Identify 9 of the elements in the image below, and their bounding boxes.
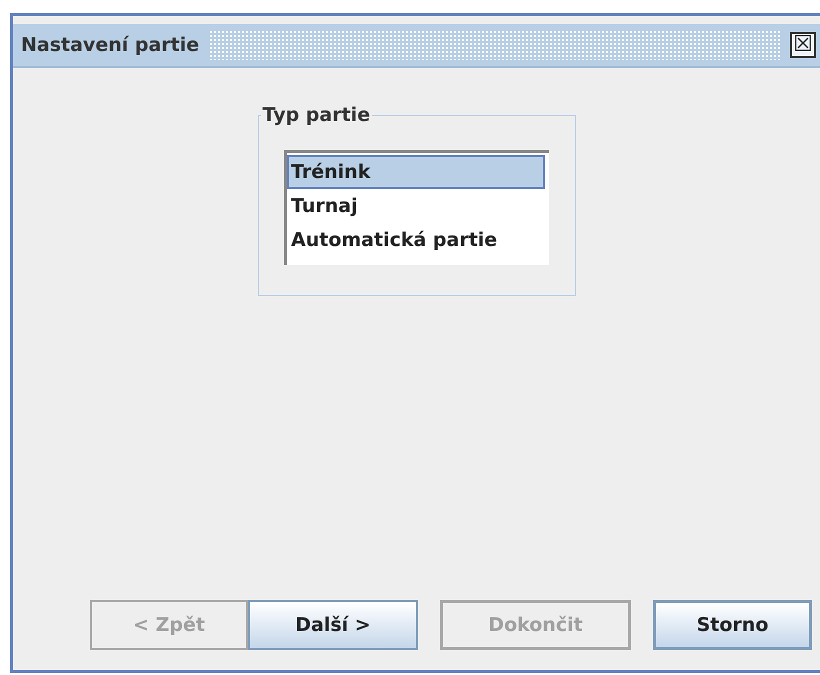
close-button[interactable]: ☒	[790, 32, 816, 58]
wizard-button[interactable]: Storno	[653, 600, 812, 650]
list-item[interactable]: Automatická partie	[287, 223, 545, 257]
list-box[interactable]: Trénink Turnaj Automatická partie	[284, 150, 549, 265]
window-title: Nastavení partie	[21, 34, 200, 56]
group-title: Typ partie	[262, 104, 372, 126]
list-item[interactable]: Trénink	[287, 155, 545, 189]
wizard-button[interactable]: Další >	[248, 600, 418, 650]
list-item[interactable]: Turnaj	[287, 189, 545, 223]
